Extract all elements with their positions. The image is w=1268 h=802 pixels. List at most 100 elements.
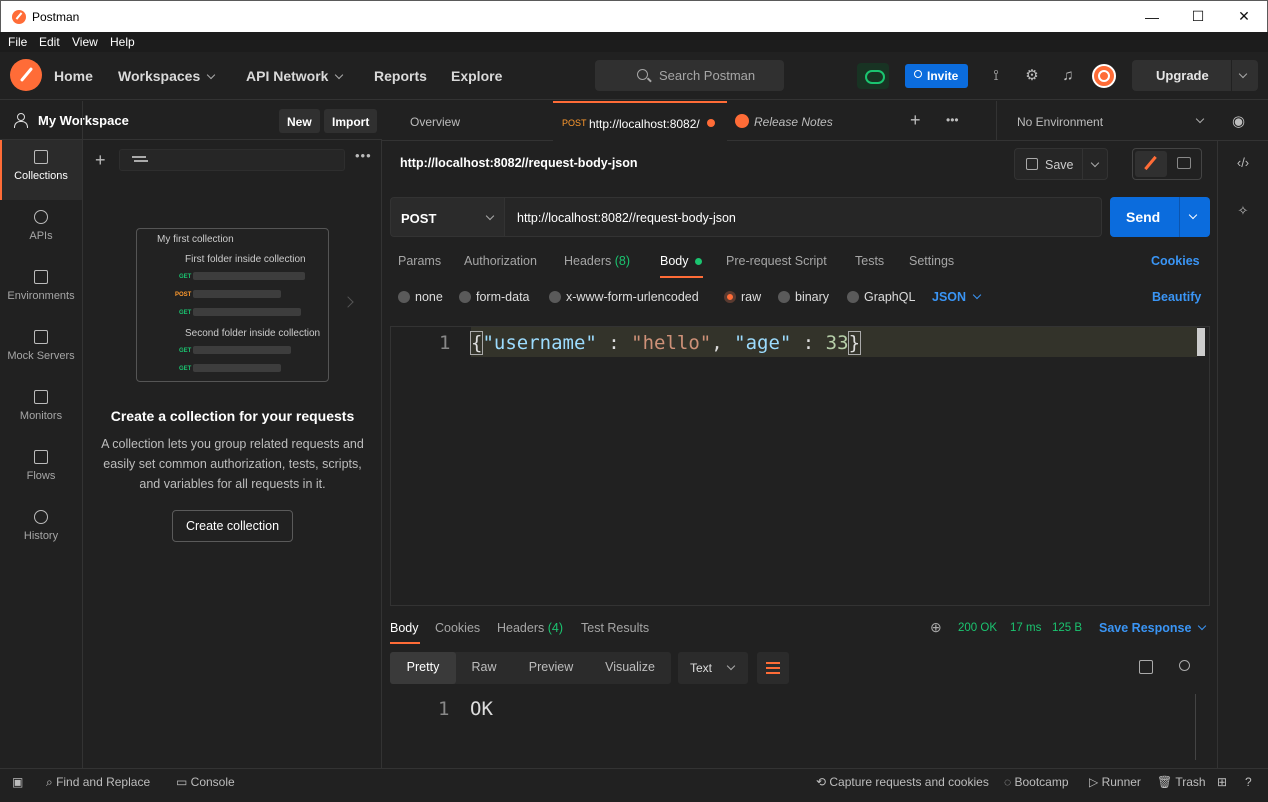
invite-button[interactable]: Invite (905, 64, 968, 88)
sync-status-icon[interactable] (857, 63, 889, 89)
lightbulb-icon[interactable]: ✧ (1235, 203, 1251, 219)
sidebar-item-mock-servers[interactable]: Mock Servers (0, 320, 82, 380)
new-button[interactable]: New (279, 109, 320, 133)
nav-api-network[interactable]: API Network (246, 68, 344, 84)
bootcamp-button[interactable]: ◌ Bootcamp (1004, 775, 1069, 789)
more-tabs-icon[interactable]: ••• (946, 101, 970, 141)
sidebar-item-flows[interactable]: Flows (0, 440, 82, 500)
radio-raw[interactable] (724, 291, 736, 303)
nav-workspaces[interactable]: Workspaces (118, 68, 216, 84)
nav-explore[interactable]: Explore (451, 68, 502, 84)
cookies-link[interactable]: Cookies (1151, 254, 1200, 268)
radio-urlencoded[interactable] (549, 291, 561, 303)
response-format-select[interactable]: Text (678, 652, 748, 684)
satellite-icon[interactable]: ⟟ (986, 66, 1006, 86)
body-editor[interactable]: 1 {"username" : "hello", "age" : 33} (390, 326, 1210, 606)
response-size[interactable]: 125 B (1052, 622, 1082, 634)
menu-help[interactable]: Help (110, 35, 135, 49)
radio-form-data[interactable] (459, 291, 471, 303)
chevron-down-icon[interactable] (1238, 69, 1248, 79)
minimize-button[interactable]: — (1129, 1, 1175, 32)
sidebar-item-apis[interactable]: APIs (0, 200, 82, 260)
menu-view[interactable]: View (72, 35, 98, 49)
plus-icon[interactable]: + (95, 150, 106, 171)
create-collection-button[interactable]: Create collection (172, 510, 293, 542)
tab-params[interactable]: Params (398, 254, 441, 268)
wrap-lines-button[interactable] (757, 652, 789, 684)
capture-button[interactable]: ⟲ Capture requests and cookies (816, 775, 989, 789)
maximize-button[interactable]: ☐ (1175, 1, 1221, 32)
save-button[interactable]: Save (1014, 148, 1108, 180)
beautify-link[interactable]: Beautify (1152, 290, 1201, 304)
response-tab-test-results[interactable]: Test Results (581, 621, 649, 635)
response-tab-headers[interactable]: Headers (4) (497, 621, 563, 635)
tab-tests[interactable]: Tests (855, 254, 884, 268)
runner-button[interactable]: ▷ Runner (1089, 775, 1141, 789)
view-pretty[interactable]: Pretty (390, 652, 456, 684)
filter-input[interactable] (119, 149, 345, 171)
chevron-down-icon[interactable] (1188, 210, 1198, 220)
scrollbar[interactable] (1195, 694, 1196, 760)
radio-binary[interactable] (778, 291, 790, 303)
trash-button[interactable]: 🗑 Trash (1157, 775, 1206, 789)
view-visualize[interactable]: Visualize (592, 652, 668, 684)
view-preview[interactable]: Preview (516, 652, 586, 684)
response-time[interactable]: 17 ms (1010, 622, 1041, 634)
url-input[interactable]: http://localhost:8082//request-body-json (505, 197, 1102, 237)
scrollbar[interactable] (1197, 328, 1205, 356)
tab-authorization[interactable]: Authorization (464, 254, 537, 268)
comment-icon[interactable] (1177, 157, 1191, 169)
new-tab-plus-icon[interactable]: + (910, 101, 930, 141)
toggle-sidebar-icon[interactable]: ▣ (12, 775, 23, 789)
find-replace-button[interactable]: ⌕ Find and Replace (46, 775, 150, 790)
upgrade-button[interactable]: Upgrade (1132, 60, 1258, 91)
import-button[interactable]: Import (324, 109, 378, 133)
tab-release-notes[interactable]: Release Notes (727, 101, 895, 141)
environment-select[interactable]: No Environment (996, 101, 1216, 141)
search-input[interactable]: Search Postman (595, 60, 784, 91)
help-icon[interactable]: ? (1245, 775, 1252, 789)
nav-reports[interactable]: Reports (374, 68, 427, 84)
sidebar-item-environments[interactable]: Environments (0, 260, 82, 320)
tab-pre-request-script[interactable]: Pre-request Script (726, 254, 827, 268)
tab-headers[interactable]: Headers (8) (564, 254, 630, 268)
response-tab-body[interactable]: Body (390, 621, 419, 635)
sidebar-item-history[interactable]: History (0, 500, 82, 560)
console-button[interactable]: ▭ Console (176, 775, 235, 789)
bell-icon[interactable]: ♫ (1058, 66, 1078, 86)
gear-icon[interactable]: ⚙ (1022, 66, 1042, 86)
pencil-icon[interactable] (1135, 151, 1167, 177)
close-button[interactable]: ✕ (1221, 1, 1267, 32)
chevron-down-icon[interactable] (1090, 158, 1100, 168)
avatar[interactable] (1092, 64, 1116, 88)
response-tab-cookies[interactable]: Cookies (435, 621, 480, 635)
save-response-button[interactable]: Save Response (1099, 621, 1207, 635)
globe-icon[interactable]: ⊕ (930, 619, 942, 636)
status-code[interactable]: 200 OK (958, 622, 997, 634)
language-select[interactable]: JSON (932, 290, 982, 304)
postman-logo-icon[interactable] (10, 59, 42, 91)
response-body-text[interactable]: OK (470, 698, 493, 720)
radio-graphql[interactable] (847, 291, 859, 303)
eye-icon[interactable]: ◉ (1232, 101, 1252, 141)
view-raw[interactable]: Raw (456, 652, 512, 684)
tab-body[interactable]: Body (660, 254, 702, 268)
two-pane-icon[interactable]: ⊞ (1217, 775, 1227, 789)
tab-overview[interactable]: Overview (382, 101, 552, 141)
code-line[interactable]: {"username" : "hello", "age" : 33} (469, 331, 862, 355)
sidebar-item-collections[interactable]: Collections (0, 140, 82, 200)
edit-docs-toggle[interactable] (1132, 148, 1202, 180)
chevron-right-icon[interactable] (342, 296, 354, 308)
tab-settings[interactable]: Settings (909, 254, 954, 268)
send-button[interactable]: Send (1110, 197, 1210, 237)
method-select[interactable]: POST (390, 197, 505, 237)
code-icon[interactable]: ‹/› (1235, 155, 1251, 171)
copy-icon[interactable] (1139, 660, 1153, 674)
tab-request[interactable]: POST http://localhost:8082/ (553, 101, 727, 141)
nav-home[interactable]: Home (54, 68, 93, 84)
request-title[interactable]: http://localhost:8082//request-body-json (400, 156, 638, 170)
search-icon[interactable] (1179, 660, 1190, 671)
radio-none[interactable] (398, 291, 410, 303)
more-options-icon[interactable]: ••• (355, 148, 372, 163)
menu-file[interactable]: File (8, 35, 27, 49)
